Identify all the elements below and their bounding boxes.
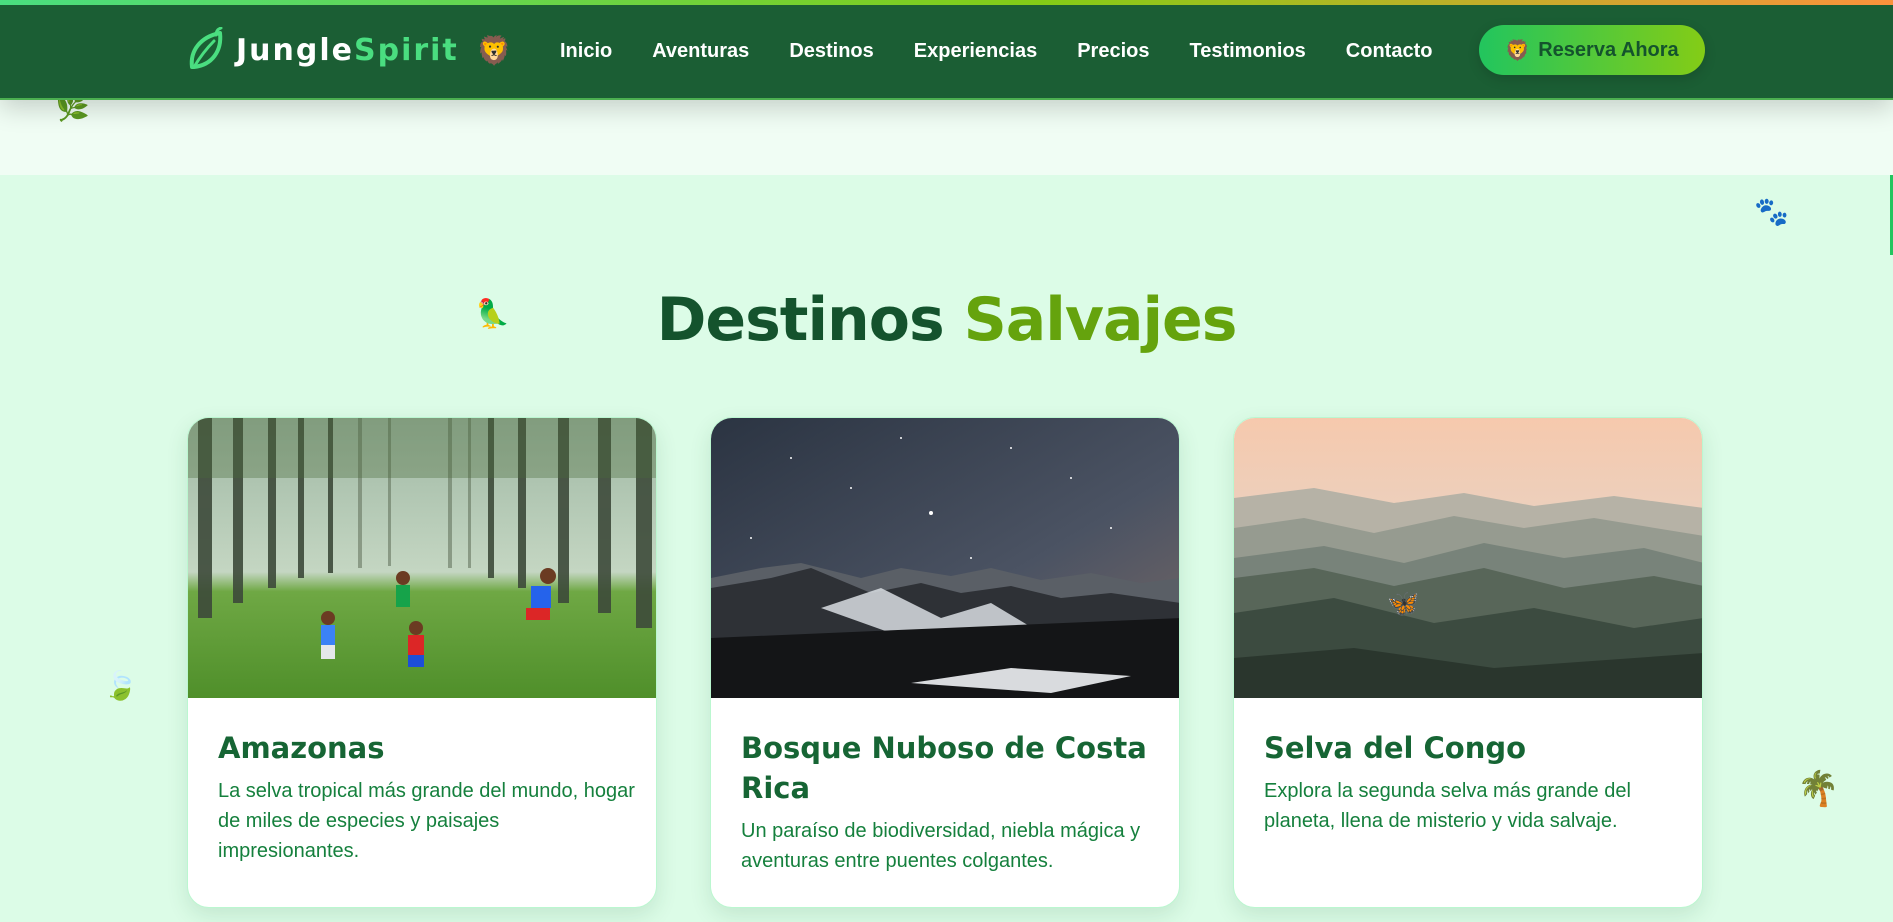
paw-icon: 🐾 xyxy=(1754,196,1789,227)
nav-item-experiencias[interactable]: Experiencias xyxy=(914,40,1037,63)
leaf-decoration-left-icon: 🍃 xyxy=(103,670,138,701)
palm-tree-icon: 🌴 xyxy=(1797,770,1840,808)
nav-item-precios[interactable]: Precios xyxy=(1077,40,1149,63)
section-title: Destinos Salvajes xyxy=(0,285,1893,355)
reserve-now-label: Reserva Ahora xyxy=(1538,38,1679,61)
destination-card-costa-rica[interactable]: Bosque Nuboso de Costa Rica Un paraíso d… xyxy=(710,417,1180,908)
card-image-mountains-night xyxy=(711,418,1179,698)
nav-item-contacto[interactable]: Contacto xyxy=(1346,40,1433,63)
card-title: Amazonas xyxy=(218,731,385,765)
card-description: Explora la segunda selva más grande del … xyxy=(1264,780,1631,832)
reserve-now-button[interactable]: 🦁 Reserva Ahora xyxy=(1479,25,1705,75)
destination-card-amazonas[interactable]: Amazonas La selva tropical más grande de… xyxy=(187,417,657,908)
card-body: Selva del Congo Explora la segunda selva… xyxy=(1264,728,1684,836)
section-title-part2: Salvajes xyxy=(963,285,1238,355)
card-title: Bosque Nuboso de Costa Rica xyxy=(741,731,1147,805)
destination-card-congo[interactable]: 🦋 Selva del Congo Explora la segunda sel… xyxy=(1233,417,1703,908)
nav-item-inicio[interactable]: Inicio xyxy=(560,40,612,63)
nav-item-testimonios[interactable]: Testimonios xyxy=(1189,40,1305,63)
card-title: Selva del Congo xyxy=(1264,731,1527,765)
top-gradient-stripe xyxy=(0,0,1893,5)
brand-name: JungleSpirit xyxy=(236,33,459,68)
site-header: JungleSpirit 🦁 Inicio Aventuras Destinos… xyxy=(0,5,1893,100)
nav-item-destinos[interactable]: Destinos xyxy=(789,40,873,63)
card-body: Bosque Nuboso de Costa Rica Un paraíso d… xyxy=(741,728,1161,876)
card-description: La selva tropical más grande del mundo, … xyxy=(218,780,635,862)
lion-icon: 🦁 xyxy=(476,34,512,66)
card-image-misty-ridges: 🦋 xyxy=(1234,418,1702,698)
butterfly-icon: 🦋 xyxy=(1387,588,1420,618)
lion-icon: 🦁 xyxy=(1505,39,1531,62)
card-description: Un paraíso de biodiversidad, niebla mági… xyxy=(741,820,1141,872)
brand-logo[interactable]: JungleSpirit 🦁 xyxy=(186,25,512,75)
card-image-forest xyxy=(188,418,656,698)
brand-name-part1: Jungle xyxy=(236,32,354,68)
light-band xyxy=(0,100,1893,175)
nav-item-aventuras[interactable]: Aventuras xyxy=(652,40,749,63)
card-body: Amazonas La selva tropical más grande de… xyxy=(218,728,638,866)
section-title-part1: Destinos xyxy=(656,285,945,355)
leaf-icon xyxy=(186,26,226,73)
main-nav: Inicio Aventuras Destinos Experiencias P… xyxy=(560,29,1432,73)
brand-name-part2: Spirit xyxy=(353,32,459,68)
